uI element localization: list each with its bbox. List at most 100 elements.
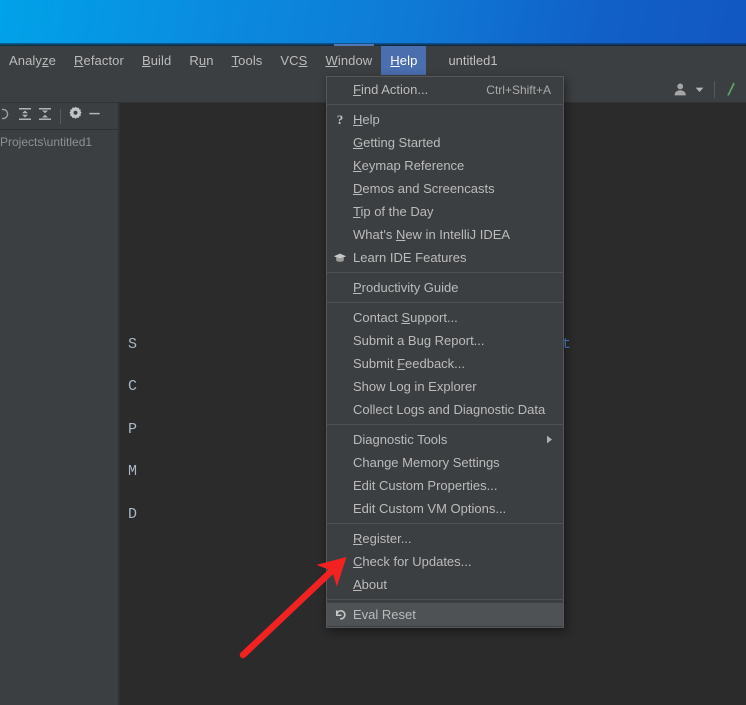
menu-item-gutter	[327, 497, 353, 520]
editor-ghost-text: D	[128, 506, 138, 523]
menu-item-label: Learn IDE Features	[353, 250, 467, 265]
toolbar-separator	[714, 80, 715, 98]
menu-item-label: Getting Started	[353, 135, 441, 150]
menu-item-help[interactable]: ? Help	[327, 108, 563, 131]
menu-item-productivity-guide[interactable]: Productivity Guide	[327, 276, 563, 299]
dropdown-caret-icon[interactable]	[695, 85, 704, 94]
project-breadcrumb: Projects\untitled1	[0, 130, 118, 154]
menu-item-eval-reset[interactable]: Eval Reset	[327, 603, 563, 626]
menu-item-gutter	[327, 154, 353, 177]
menu-item-check-for-updates[interactable]: Check for Updates...	[327, 550, 563, 573]
menu-item-label: Show Log in Explorer	[353, 379, 477, 394]
menu-item-submit-feedback[interactable]: Submit Feedback...	[327, 352, 563, 375]
menubar-item-help[interactable]: Help	[381, 46, 427, 75]
editor-ghost-text: S	[128, 336, 138, 353]
menu-item-collect-logs-and-diagnostic-data[interactable]: Collect Logs and Diagnostic Data	[327, 398, 563, 421]
menu-item-label: Tip of the Day	[353, 204, 434, 219]
menu-item-label: Collect Logs and Diagnostic Data	[353, 402, 546, 417]
menu-item-diagnostic-tools[interactable]: Diagnostic Tools	[327, 428, 563, 451]
panel-toolbar-separator	[60, 108, 61, 124]
menu-separator	[327, 302, 563, 303]
menu-item-getting-started[interactable]: Getting Started	[327, 131, 563, 154]
menubar-item-refactor[interactable]: Refactor	[65, 46, 133, 75]
screenshot-root: Analyze Refactor Build Run Tools VCS Window Hel…	[0, 0, 746, 705]
menu-item-gutter	[327, 352, 353, 375]
menu-item-gutter	[327, 375, 353, 398]
menu-item-gutter	[327, 78, 353, 101]
collapse-all-icon[interactable]	[37, 106, 53, 127]
user-account-icon[interactable]	[673, 82, 688, 97]
menu-item-keymap-reference[interactable]: Keymap Reference	[327, 154, 563, 177]
menubar-item-label: Tools	[231, 53, 263, 68]
menu-item-tip-of-the-day[interactable]: Tip of the Day	[327, 200, 563, 223]
menu-item-about[interactable]: About	[327, 573, 563, 596]
menu-bar: Analyze Refactor Build Run Tools VCS Window Hel…	[0, 46, 746, 75]
menu-item-label: Eval Reset	[353, 607, 416, 622]
menu-item-edit-custom-properties[interactable]: Edit Custom Properties...	[327, 474, 563, 497]
menubar-item-label: Analyze	[9, 53, 56, 68]
menu-item-label: Productivity Guide	[353, 280, 459, 295]
hide-panel-icon[interactable]	[87, 106, 102, 126]
menubar-item-build[interactable]: Build	[133, 46, 180, 75]
scroll-dot-icon	[0, 106, 13, 127]
menu-item-contact-support[interactable]: Contact Support...	[327, 306, 563, 329]
settings-gear-icon[interactable]	[68, 106, 83, 126]
menu-separator	[327, 104, 563, 105]
project-panel-body[interactable]	[0, 154, 118, 705]
menu-item-gutter	[327, 527, 353, 550]
menu-item-edit-custom-vm-options[interactable]: Edit Custom VM Options...	[327, 497, 563, 520]
editor-ghost-text: M	[128, 463, 138, 480]
menu-separator	[327, 424, 563, 425]
menu-item-find-action[interactable]: Find Action... Ctrl+Shift+A	[327, 78, 563, 101]
menubar-item-window[interactable]: Window	[316, 46, 381, 75]
graduation-cap-icon	[327, 246, 353, 269]
menu-item-what-s-new-in-intellij-idea[interactable]: What's New in IntelliJ IDEA	[327, 223, 563, 246]
menubar-item-label: Refactor	[73, 53, 124, 68]
menu-item-label: Register...	[353, 531, 412, 546]
menu-separator	[327, 599, 563, 600]
menu-item-gutter	[327, 223, 353, 246]
menu-item-gutter	[327, 474, 353, 497]
submenu-chevron-icon	[546, 435, 563, 444]
menu-item-demos-and-screencasts[interactable]: Demos and Screencasts	[327, 177, 563, 200]
menu-item-show-log-in-explorer[interactable]: Show Log in Explorer	[327, 375, 563, 398]
menu-item-label: Edit Custom Properties...	[353, 478, 498, 493]
expand-all-icon[interactable]	[17, 106, 33, 127]
menu-item-label: Contact Support...	[353, 310, 458, 325]
menu-item-learn-ide-features[interactable]: Learn IDE Features	[327, 246, 563, 269]
menu-item-shortcut: Ctrl+Shift+A	[486, 82, 551, 97]
menu-item-label: Submit a Bug Report...	[353, 333, 485, 348]
question-mark-icon: ?	[336, 111, 344, 127]
menu-item-label: Demos and Screencasts	[353, 181, 495, 196]
menu-item-gutter	[327, 131, 353, 154]
menubar-item-label: VCS	[280, 53, 308, 68]
menu-item-register[interactable]: Register...	[327, 527, 563, 550]
menu-item-gutter	[327, 306, 353, 329]
menu-item-label: Submit Feedback...	[353, 356, 466, 371]
menu-item-submit-a-bug-report[interactable]: Submit a Bug Report...	[327, 329, 563, 352]
menu-separator	[327, 272, 563, 273]
menubar-item-label: Build	[141, 53, 172, 68]
project-breadcrumb-label: Projects\untitled1	[0, 135, 93, 149]
menubar-item-analyze[interactable]: Analyze	[0, 46, 65, 75]
menu-item-gutter	[327, 177, 353, 200]
menu-item-label: Change Memory Settings	[353, 455, 500, 470]
menu-item-label: Edit Custom VM Options...	[353, 501, 507, 516]
project-panel-toolbar	[0, 103, 118, 130]
menu-item-change-memory-settings[interactable]: Change Memory Settings	[327, 451, 563, 474]
menu-item-gutter	[327, 398, 353, 421]
menu-item-gutter	[327, 276, 353, 299]
menubar-item-vcs[interactable]: VCS	[271, 46, 316, 75]
toolbar-right-group	[673, 75, 746, 103]
menu-separator	[327, 523, 563, 524]
window-title: untitled1	[448, 53, 498, 68]
desktop-wallpaper	[0, 0, 746, 46]
menu-item-label: Find Action...	[353, 82, 429, 97]
menubar-item-run[interactable]: Run	[180, 46, 222, 75]
menubar-item-label: Window	[325, 53, 373, 68]
menu-item-gutter	[327, 573, 353, 596]
run-icon[interactable]	[725, 81, 740, 97]
menu-item-label: What's New in IntelliJ IDEA	[353, 227, 511, 242]
menu-item-gutter	[327, 200, 353, 223]
menubar-item-tools[interactable]: Tools	[223, 46, 272, 75]
